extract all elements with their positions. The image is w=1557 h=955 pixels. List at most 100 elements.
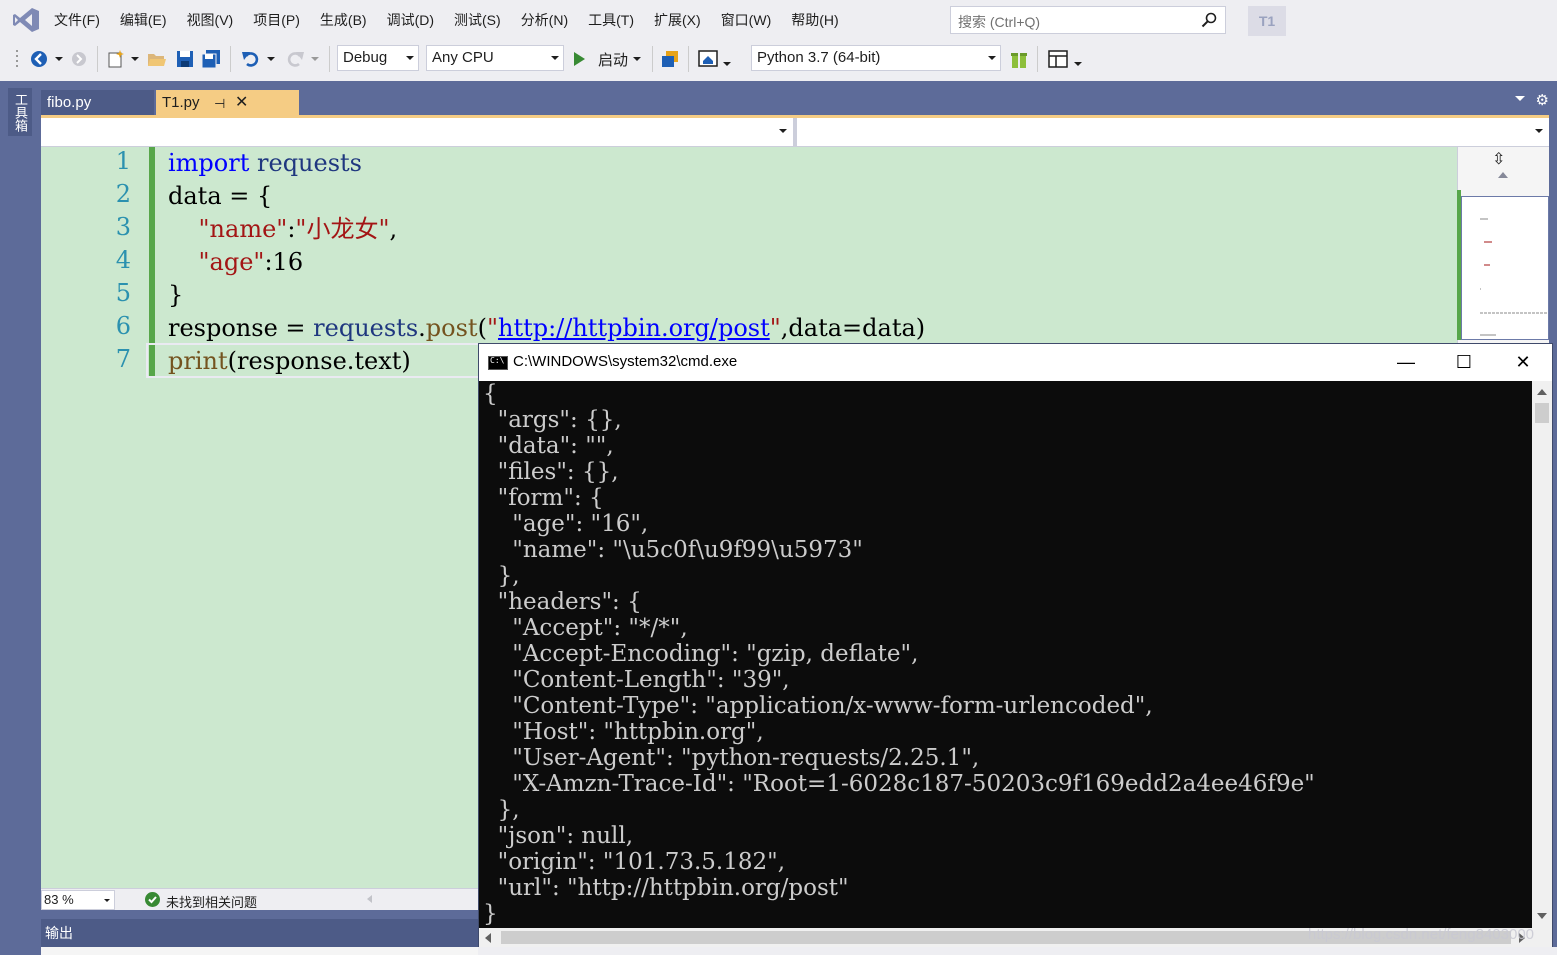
search-input[interactable]: 搜索 (Ctrl+Q) — [950, 6, 1226, 34]
python-packages-button[interactable] — [1008, 47, 1030, 71]
save-all-button[interactable] — [200, 47, 222, 71]
chevron-down-icon — [406, 56, 414, 60]
menu-analyze[interactable]: 分析(N) — [511, 0, 578, 40]
console-app-icon[interactable] — [488, 356, 508, 370]
pin-icon[interactable]: ⊣ — [214, 91, 225, 116]
console-line: "User-Agent": "python-requests/2.25.1", — [483, 745, 980, 771]
maximize-button[interactable]: ☐ — [1435, 344, 1493, 381]
redo-icon — [287, 52, 304, 67]
scroll-up-arrow-icon[interactable] — [1537, 389, 1547, 395]
menu-edit[interactable]: 编辑(E) — [110, 0, 177, 40]
undo-button[interactable] — [238, 47, 278, 71]
line-number: 7 — [115, 345, 131, 373]
console-output[interactable]: { "args": {}, "data": "", "files": {}, "… — [479, 381, 1532, 928]
console-line: }, — [483, 563, 520, 589]
type-scope-dropdown[interactable] — [41, 118, 793, 146]
scroll-up-arrow-icon[interactable] — [1498, 172, 1508, 178]
start-debugging-button[interactable]: 启动 — [572, 47, 646, 71]
tab-label: T1.py — [162, 94, 200, 111]
layout-icon — [1048, 50, 1068, 68]
menu-extensions[interactable]: 扩展(X) — [644, 0, 711, 40]
console-line: "files": {}, — [483, 459, 619, 485]
menu-project[interactable]: 项目(P) — [243, 0, 310, 40]
indicator-margin[interactable] — [41, 147, 59, 888]
console-window[interactable]: C:\WINDOWS\system32\cmd.exe — ☐ ✕ { "arg… — [478, 343, 1553, 947]
menu-window[interactable]: 窗口(W) — [711, 0, 782, 40]
scroll-left-arrow-icon[interactable] — [367, 895, 372, 903]
chevron-down-icon — [1074, 62, 1082, 66]
document-tab-strip: fibo.py T1.py ⊣ ✕ ⚙ — [41, 81, 1557, 115]
package-icon — [1011, 51, 1027, 68]
browser-link-icon — [662, 51, 678, 67]
member-scope-dropdown[interactable] — [797, 118, 1549, 146]
navigate-back-button[interactable] — [26, 47, 66, 71]
minimize-button[interactable]: — — [1377, 344, 1435, 381]
open-folder-icon — [148, 54, 166, 66]
console-title-bar[interactable]: C:\WINDOWS\system32\cmd.exe — ☐ ✕ — [479, 344, 1552, 381]
tab-fibo-py[interactable]: fibo.py — [41, 90, 154, 115]
chevron-down-icon — [551, 56, 559, 60]
toolbox-tab[interactable]: 工具箱 — [8, 88, 32, 136]
solution-platform-select[interactable]: Any CPU — [426, 45, 564, 71]
scroll-left-arrow-icon[interactable] — [485, 933, 491, 943]
close-button[interactable]: ✕ — [1494, 344, 1552, 381]
toolbar-grip[interactable] — [14, 47, 22, 71]
code-line: print(response.text) — [168, 347, 411, 375]
check-circle-icon — [145, 892, 160, 907]
close-icon[interactable]: ✕ — [235, 90, 248, 115]
tab-list-dropdown-icon[interactable] — [1515, 96, 1525, 101]
console-vertical-scrollbar[interactable] — [1532, 381, 1552, 928]
navigate-forward-button[interactable] — [68, 47, 90, 71]
new-item-icon — [108, 50, 124, 68]
window-layout-button[interactable] — [1044, 47, 1086, 71]
menu-test[interactable]: 测试(S) — [444, 0, 511, 40]
visual-studio-logo-icon[interactable] — [12, 7, 40, 33]
back-arrow-icon — [31, 51, 47, 67]
console-line: "name": "\u5c0f\u9f99\u5973" — [483, 537, 863, 563]
save-button[interactable] — [174, 47, 196, 71]
new-project-button[interactable] — [104, 47, 140, 71]
zoom-select[interactable]: 83 % — [41, 890, 115, 910]
menu-view[interactable]: 视图(V) — [177, 0, 244, 40]
solution-configuration-select[interactable]: Debug — [337, 45, 419, 71]
chevron-down-icon — [988, 56, 996, 60]
platform-value: Any CPU — [432, 49, 494, 66]
scrollbar-thumb[interactable] — [1535, 403, 1549, 423]
open-file-button[interactable] — [146, 47, 168, 71]
start-label: 启动 — [598, 51, 629, 69]
chevron-down-icon — [104, 899, 110, 902]
menu-file[interactable]: 文件(F) — [44, 0, 110, 40]
console-line: "Content-Type": "application/x-www-form-… — [483, 693, 1153, 719]
split-editor-icon[interactable]: ⇳ — [1492, 149, 1505, 169]
redo-button[interactable] — [282, 47, 322, 71]
solution-name-badge[interactable]: T1 — [1248, 6, 1286, 36]
scroll-down-arrow-icon[interactable] — [1537, 913, 1547, 919]
menu-debug[interactable]: 调试(D) — [377, 0, 444, 40]
menu-help[interactable]: 帮助(H) — [781, 0, 848, 40]
line-number: 4 — [115, 246, 131, 274]
zoom-value: 83 % — [44, 892, 74, 907]
url-link[interactable]: http://httpbin.org/post — [498, 314, 770, 342]
environment-explorer-button[interactable] — [694, 47, 734, 71]
code-minimap — [1480, 218, 1548, 336]
toolbox-strip — [0, 81, 41, 955]
play-icon — [574, 52, 585, 66]
menu-build[interactable]: 生成(B) — [310, 0, 377, 40]
line-number: 6 — [115, 312, 131, 340]
tab-t1-py[interactable]: T1.py ⊣ ✕ — [156, 90, 299, 115]
issues-status[interactable]: 未找到相关问题 — [166, 892, 257, 911]
output-panel-header[interactable]: 输出 — [41, 919, 478, 947]
console-line: "Host": "httpbin.org", — [483, 719, 764, 745]
gear-icon[interactable]: ⚙ — [1536, 91, 1549, 109]
tab-label: fibo.py — [47, 94, 92, 111]
menu-tools[interactable]: 工具(T) — [578, 0, 644, 40]
python-environment-select[interactable]: Python 3.7 (64-bit) — [751, 45, 1001, 71]
chevron-down-icon — [722, 62, 731, 66]
toolbar-separator — [1037, 46, 1038, 72]
console-line: "Accept-Encoding": "gzip, deflate", — [483, 641, 919, 667]
standard-toolbar: Debug Any CPU 启动 Python 3.7 (64-bit) — [0, 40, 1557, 81]
browser-link-button[interactable] — [658, 47, 682, 71]
code-line: data = { — [168, 182, 273, 210]
line-number: 3 — [115, 213, 131, 241]
map-mode-thumb[interactable] — [1461, 196, 1549, 340]
